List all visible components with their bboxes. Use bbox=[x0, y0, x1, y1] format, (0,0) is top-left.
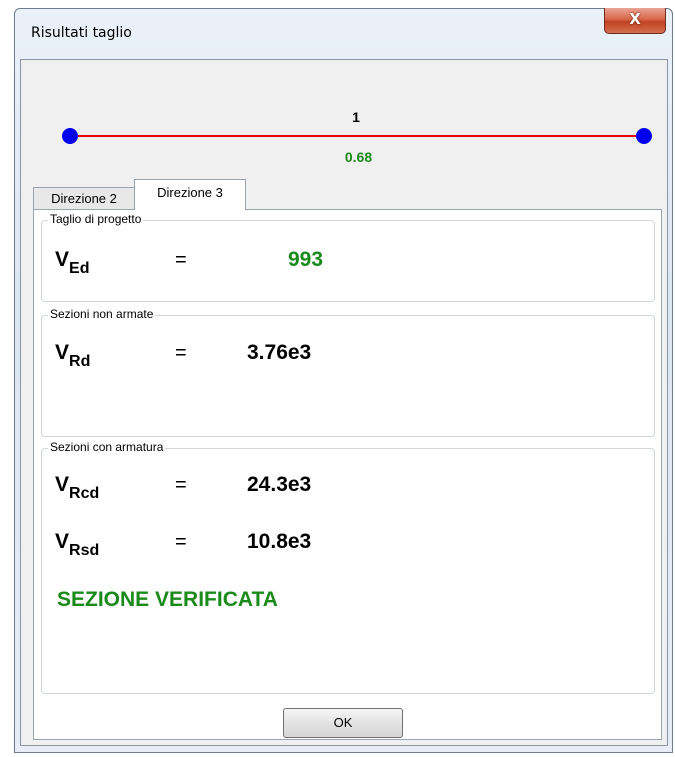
verification-status: SEZIONE VERIFICATA bbox=[57, 588, 278, 611]
close-button[interactable]: X bbox=[604, 8, 666, 34]
group-legend: Sezioni con armatura bbox=[48, 440, 166, 454]
beam-end-node bbox=[636, 128, 652, 144]
beam-line bbox=[70, 135, 642, 137]
beam-element-number: 1 bbox=[352, 109, 360, 125]
vrsd-value: 10.8e3 bbox=[247, 530, 312, 553]
group-design-shear: Taglio di progetto VEd = 993 bbox=[41, 212, 655, 302]
result-row-vrsd: VRsd = 10.8e3 bbox=[55, 530, 645, 570]
title-bar[interactable]: Risultati taglio X bbox=[15, 8, 672, 61]
symbol-label: VRcd bbox=[55, 473, 100, 502]
equals-sign: = bbox=[175, 474, 187, 496]
group-unreinforced-sections: Sezioni non armate VRd = 3.76e3 bbox=[41, 307, 655, 437]
dialog-client-area: 1 0.68 Direzione 2 Direzione 3 Taglio di… bbox=[20, 59, 668, 746]
equals-sign: = bbox=[175, 531, 187, 553]
results-dialog: Risultati taglio X 1 0.68 Direzione 2 Di… bbox=[14, 8, 673, 753]
symbol-label: VRsd bbox=[55, 530, 100, 559]
equals-sign: = bbox=[175, 342, 187, 364]
group-legend: Taglio di progetto bbox=[48, 212, 144, 226]
result-row-vrcd: VRcd = 24.3e3 bbox=[55, 473, 645, 513]
group-legend: Sezioni non armate bbox=[48, 307, 156, 321]
vrcd-value: 24.3e3 bbox=[247, 473, 312, 496]
tab-direzione-3[interactable]: Direzione 3 bbox=[134, 179, 246, 210]
result-row-vrd: VRd = 3.76e3 bbox=[55, 341, 645, 381]
symbol-label: VEd bbox=[55, 248, 90, 277]
vrd-value: 3.76e3 bbox=[247, 341, 312, 364]
beam-utilization-ratio: 0.68 bbox=[344, 149, 373, 165]
symbol-label: VRd bbox=[55, 341, 91, 370]
beam-diagram: 1 0.68 bbox=[21, 60, 667, 180]
equals-sign: = bbox=[175, 249, 187, 271]
result-row-ved: VEd = 993 bbox=[55, 248, 645, 288]
window-title: Risultati taglio bbox=[31, 25, 132, 41]
tab-panel-direzione-3: Taglio di progetto VEd = 993 Sezioni non… bbox=[33, 209, 662, 740]
group-reinforced-sections: Sezioni con armatura VRcd = 24.3e3 VRsd … bbox=[41, 440, 655, 694]
close-icon: X bbox=[629, 10, 641, 28]
ok-button[interactable]: OK bbox=[283, 708, 403, 738]
beam-start-node bbox=[62, 128, 78, 144]
tab-direzione-2[interactable]: Direzione 2 bbox=[33, 187, 135, 209]
ved-value: 993 bbox=[288, 248, 324, 271]
